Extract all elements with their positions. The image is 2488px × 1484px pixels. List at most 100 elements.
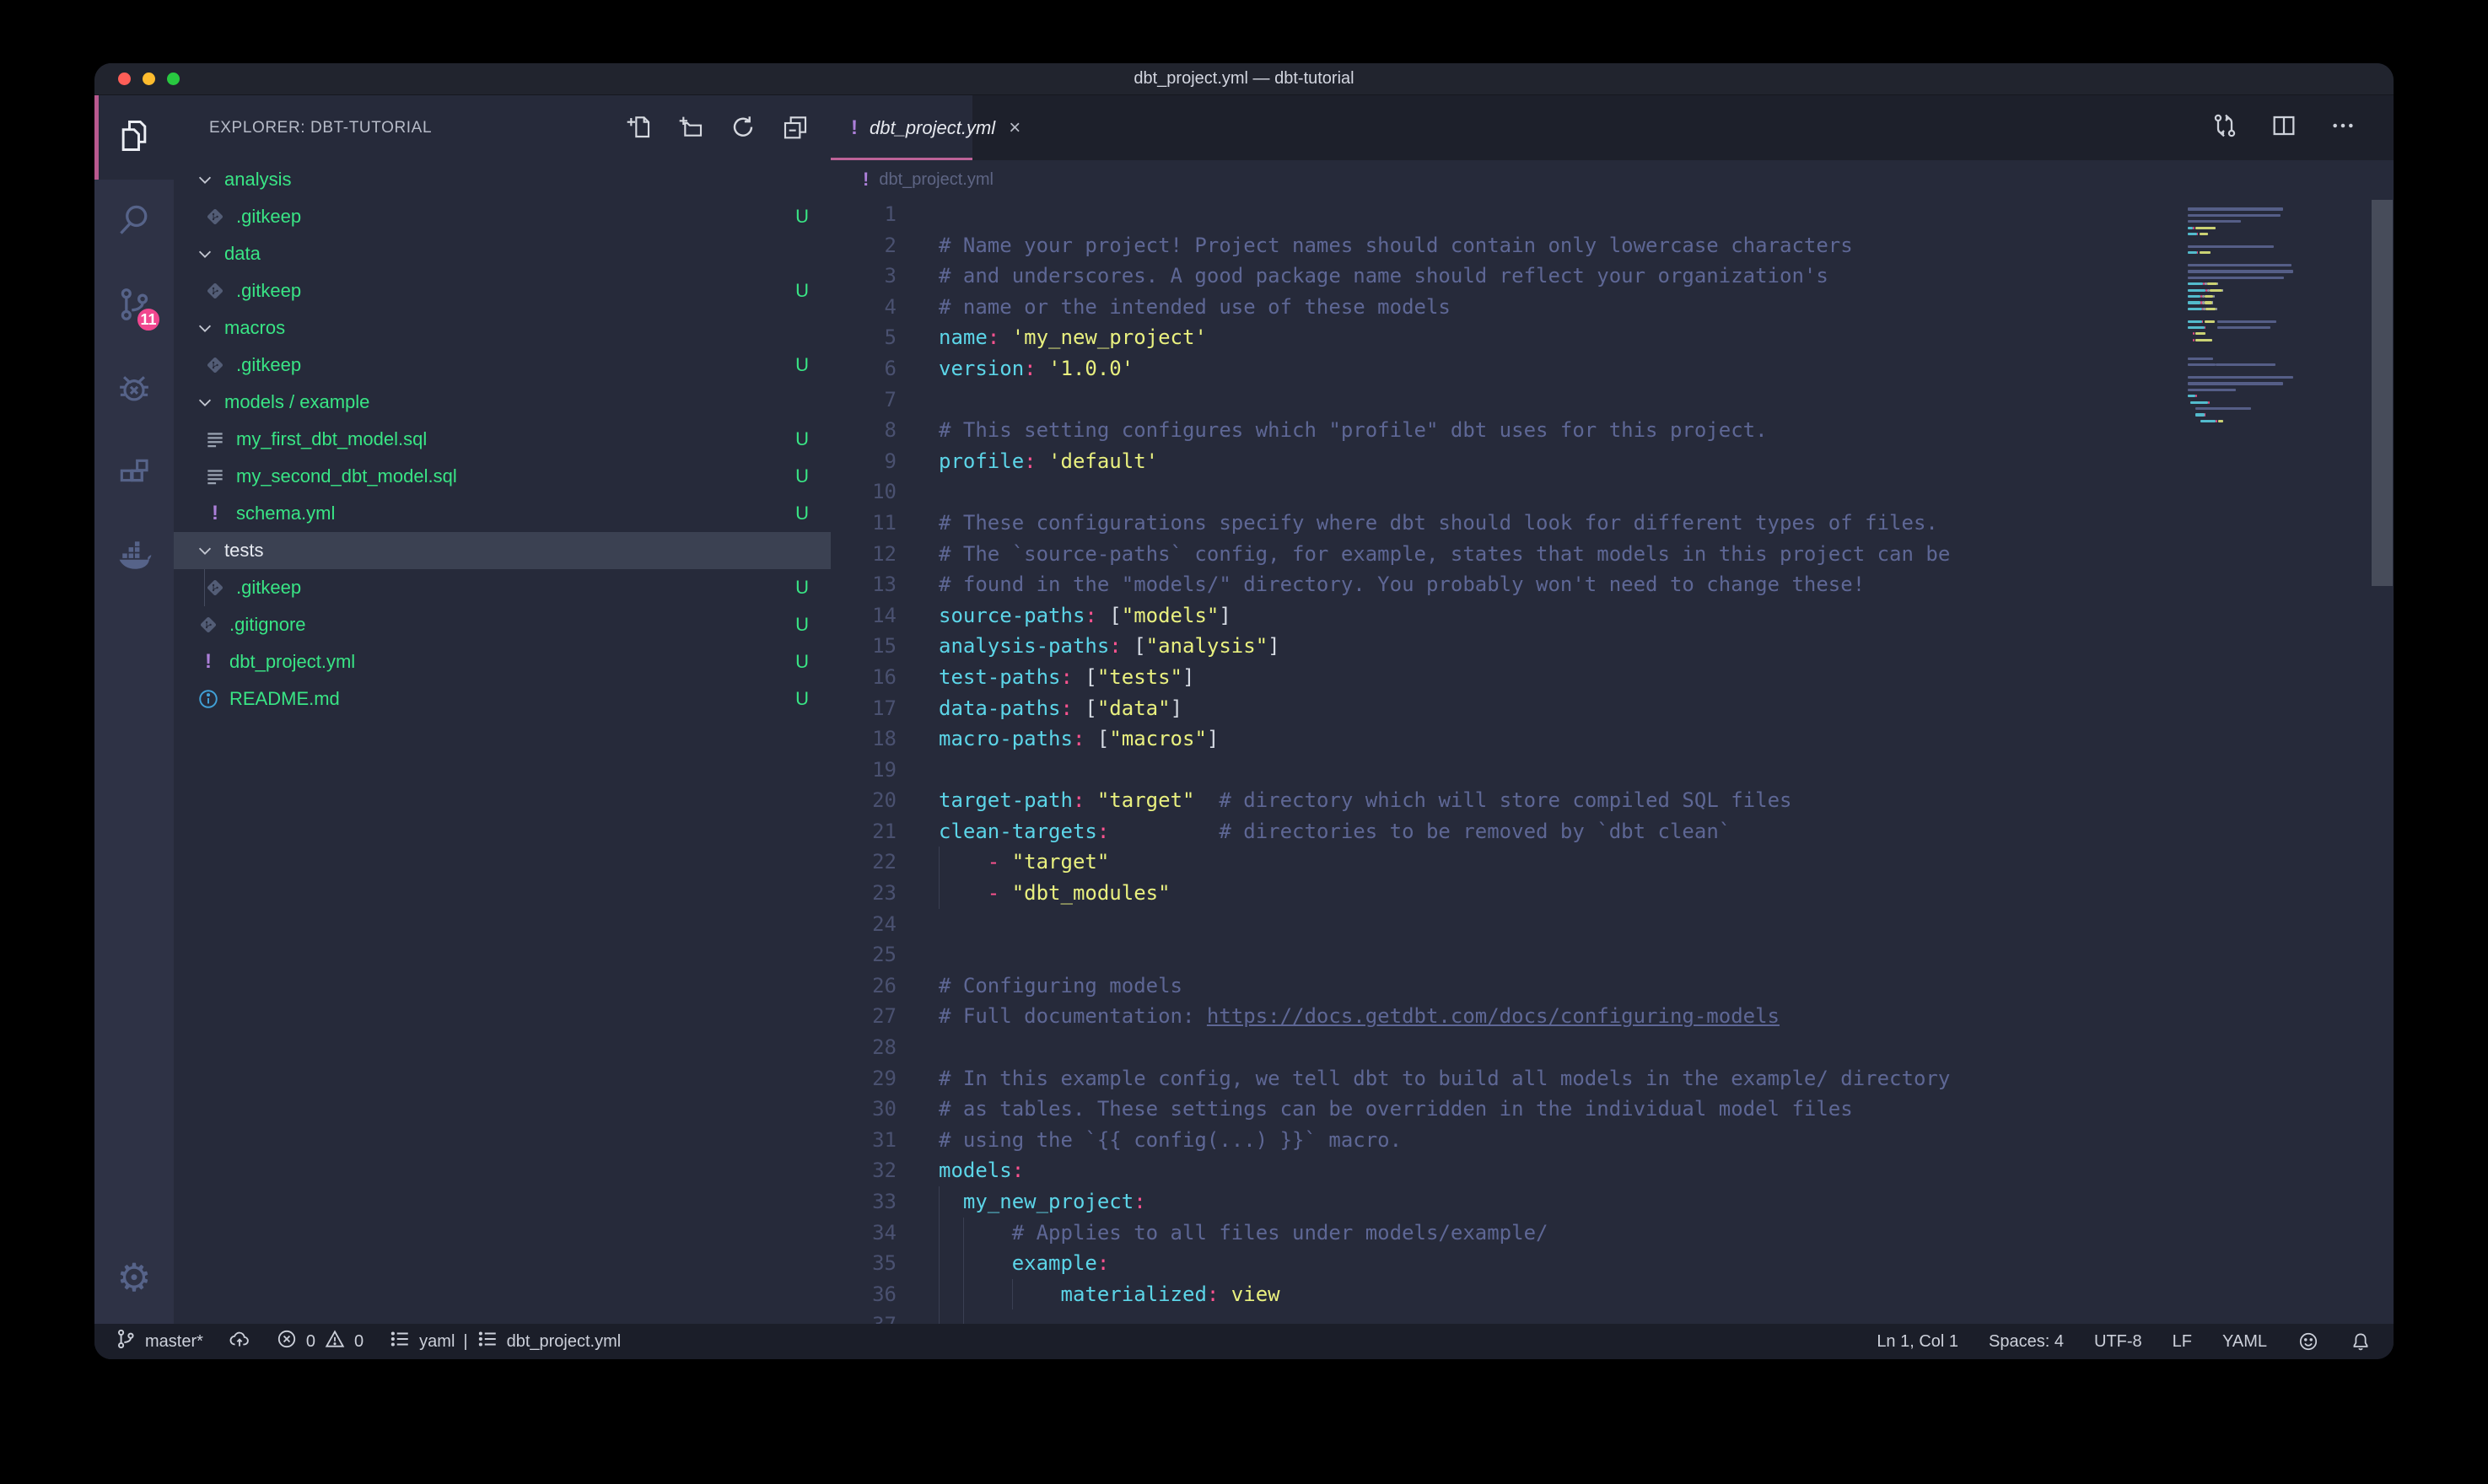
code-line-6[interactable]: version: '1.0.0' <box>831 353 2179 384</box>
tree-file-my-first-dbt-model-sql[interactable]: my_first_dbt_model.sqlU <box>174 421 831 458</box>
code-line-28[interactable] <box>831 1032 2179 1063</box>
code-line-7[interactable] <box>831 384 2179 416</box>
feedback-smiley-icon[interactable] <box>2297 1331 2319 1352</box>
code-line-9[interactable]: profile: 'default' <box>831 446 2179 477</box>
tree-folder-analysis[interactable]: analysis <box>174 161 831 198</box>
code-line-21[interactable]: clean-targets: # directories to be remov… <box>831 816 2179 847</box>
code-line-12[interactable]: # The `source-paths` config, for example… <box>831 539 2179 570</box>
code-line-25[interactable] <box>831 939 2179 971</box>
new-file-icon[interactable] <box>625 113 652 144</box>
scrollbar-thumb[interactable] <box>2372 200 2393 586</box>
token: name <box>939 325 988 349</box>
code-line-10[interactable] <box>831 476 2179 508</box>
vertical-scrollbar[interactable] <box>2371 200 2394 1324</box>
token: target-path <box>939 788 1073 812</box>
code-line-27[interactable]: # Full documentation: https://docs.getdb… <box>831 1001 2179 1032</box>
file-tree: analysis.gitkeepUdata.gitkeepUmacros.git… <box>174 161 831 718</box>
code-line-23[interactable]: - "dbt_modules" <box>831 878 2179 909</box>
code-line-22[interactable]: - "target" <box>831 847 2179 878</box>
tree-folder-data[interactable]: data <box>174 235 831 272</box>
tree-file--gitkeep[interactable]: .gitkeepU <box>174 347 831 384</box>
tree-file--gitkeep[interactable]: .gitkeepU <box>174 569 831 606</box>
token: # using the `{{ config(...) }}` macro. <box>939 1128 1402 1152</box>
minimap-line <box>2188 281 2367 287</box>
code-line-36[interactable]: materialized: view <box>831 1279 2179 1310</box>
breadcrumb[interactable]: ! dbt_project.yml <box>831 160 2394 199</box>
activity-bar: 11 <box>94 95 174 1324</box>
code-line-30[interactable]: # as tables. These settings can be overr… <box>831 1094 2179 1125</box>
code-line-15[interactable]: analysis-paths: ["analysis"] <box>831 631 2179 662</box>
code-line-35[interactable]: example: <box>831 1248 2179 1279</box>
tab-dbt-project-yml[interactable]: ! dbt_project.yml × <box>831 95 972 160</box>
activity-debug-button[interactable] <box>94 348 174 433</box>
link-text[interactable]: https://docs.getdbt.com/docs/configuring… <box>1207 1004 1780 1028</box>
tree-file--gitkeep[interactable]: .gitkeepU <box>174 198 831 235</box>
tree-file--gitignore[interactable]: .gitignoreU <box>174 606 831 643</box>
tree-file-my-second-dbt-model-sql[interactable]: my_second_dbt_model.sqlU <box>174 458 831 495</box>
code-line-13[interactable]: # found in the "models/" directory. You … <box>831 569 2179 600</box>
publish-status[interactable] <box>229 1328 250 1355</box>
code-line-33[interactable]: my_new_project: <box>831 1186 2179 1218</box>
minimap-line <box>2188 262 2367 268</box>
code-line-8[interactable]: # This setting configures which "profile… <box>831 415 2179 446</box>
tree-folder-tests[interactable]: tests <box>174 532 831 569</box>
title-bar[interactable]: dbt_project.yml — dbt-tutorial <box>94 63 2394 95</box>
language-mode[interactable]: YAML <box>2222 1332 2267 1352</box>
code-line-5[interactable]: name: 'my_new_project' <box>831 322 2179 353</box>
code-line-17[interactable]: data-paths: ["data"] <box>831 693 2179 724</box>
code-line-1[interactable] <box>831 199 2179 230</box>
close-tab-icon[interactable]: × <box>1009 116 1021 140</box>
code-line-20[interactable]: target-path: "target" # directory which … <box>831 785 2179 816</box>
tree-file-readme-md[interactable]: README.mdU <box>174 680 831 718</box>
code-line-2[interactable]: # Name your project! Project names shoul… <box>831 230 2179 261</box>
encoding-setting[interactable]: UTF-8 <box>2094 1332 2142 1352</box>
code-line-3[interactable]: # and underscores. A good package name s… <box>831 261 2179 292</box>
code-line-29[interactable]: # In this example config, we tell dbt to… <box>831 1063 2179 1094</box>
code-line-31[interactable]: # using the `{{ config(...) }}` macro. <box>831 1125 2179 1156</box>
git-file-icon <box>204 577 226 599</box>
compare-changes-icon[interactable] <box>2211 112 2238 143</box>
code-line-19[interactable] <box>831 755 2179 786</box>
token: # Name your project! Project names shoul… <box>939 234 1853 257</box>
tree-file-dbt-project-yml[interactable]: !dbt_project.ymlU <box>174 643 831 680</box>
tree-folder-models-example[interactable]: models / example <box>174 384 831 421</box>
code-line-34[interactable]: # Applies to all files under models/exam… <box>831 1218 2179 1249</box>
problems-status[interactable]: 0 0 <box>276 1328 364 1355</box>
activity-extensions-button[interactable] <box>94 433 174 517</box>
gear-icon: ⚙ <box>116 1258 151 1297</box>
code-line-14[interactable]: source-paths: ["models"] <box>831 600 2179 632</box>
refresh-icon[interactable] <box>730 113 757 144</box>
token: # This setting configures which "profile… <box>939 418 1768 442</box>
code-line-4[interactable]: # name or the intended use of these mode… <box>831 292 2179 323</box>
code-line-32[interactable]: models: <box>831 1155 2179 1186</box>
new-folder-icon[interactable] <box>677 113 704 144</box>
tree-file-schema-yml[interactable]: !schema.ymlU <box>174 495 831 532</box>
activity-source-control-button[interactable]: 11 <box>94 264 174 348</box>
code-line-26[interactable]: # Configuring models <box>831 971 2179 1002</box>
indentation-setting[interactable]: Spaces: 4 <box>1989 1332 2064 1352</box>
eol-setting[interactable]: LF <box>2173 1332 2192 1352</box>
collapse-all-icon[interactable] <box>782 113 809 144</box>
settings-button[interactable]: ⚙ <box>94 1231 174 1324</box>
activity-explorer-button[interactable] <box>94 95 174 180</box>
git-branch-status[interactable]: master* <box>115 1328 203 1355</box>
code-line-16[interactable]: test-paths: ["tests"] <box>831 662 2179 693</box>
chevron-down-icon <box>196 245 214 263</box>
notifications-bell-icon[interactable] <box>2350 1331 2372 1352</box>
more-actions-icon[interactable] <box>2329 112 2356 143</box>
code-line-18[interactable]: macro-paths: ["macros"] <box>831 723 2179 755</box>
minimap[interactable] <box>2188 200 2367 430</box>
split-editor-icon[interactable] <box>2270 112 2297 143</box>
token: # directory which will store compiled SQ… <box>1219 788 1791 812</box>
code-line-11[interactable]: # These configurations specify where dbt… <box>831 508 2179 539</box>
linter-status[interactable]: yaml | dbt_project.yml <box>389 1328 621 1355</box>
tree-folder-macros[interactable]: macros <box>174 309 831 347</box>
activity-search-button[interactable] <box>94 180 174 264</box>
tree-file--gitkeep[interactable]: .gitkeepU <box>174 272 831 309</box>
activity-docker-button[interactable] <box>94 517 174 601</box>
code-line-24[interactable] <box>831 909 2179 940</box>
cursor-position[interactable]: Ln 1, Col 1 <box>1877 1332 1958 1352</box>
code-line-37[interactable] <box>831 1309 2179 1324</box>
tree-item-status: U <box>795 280 809 302</box>
code-editor[interactable]: 1234567891011121314151617181920212223242… <box>831 199 2394 1324</box>
